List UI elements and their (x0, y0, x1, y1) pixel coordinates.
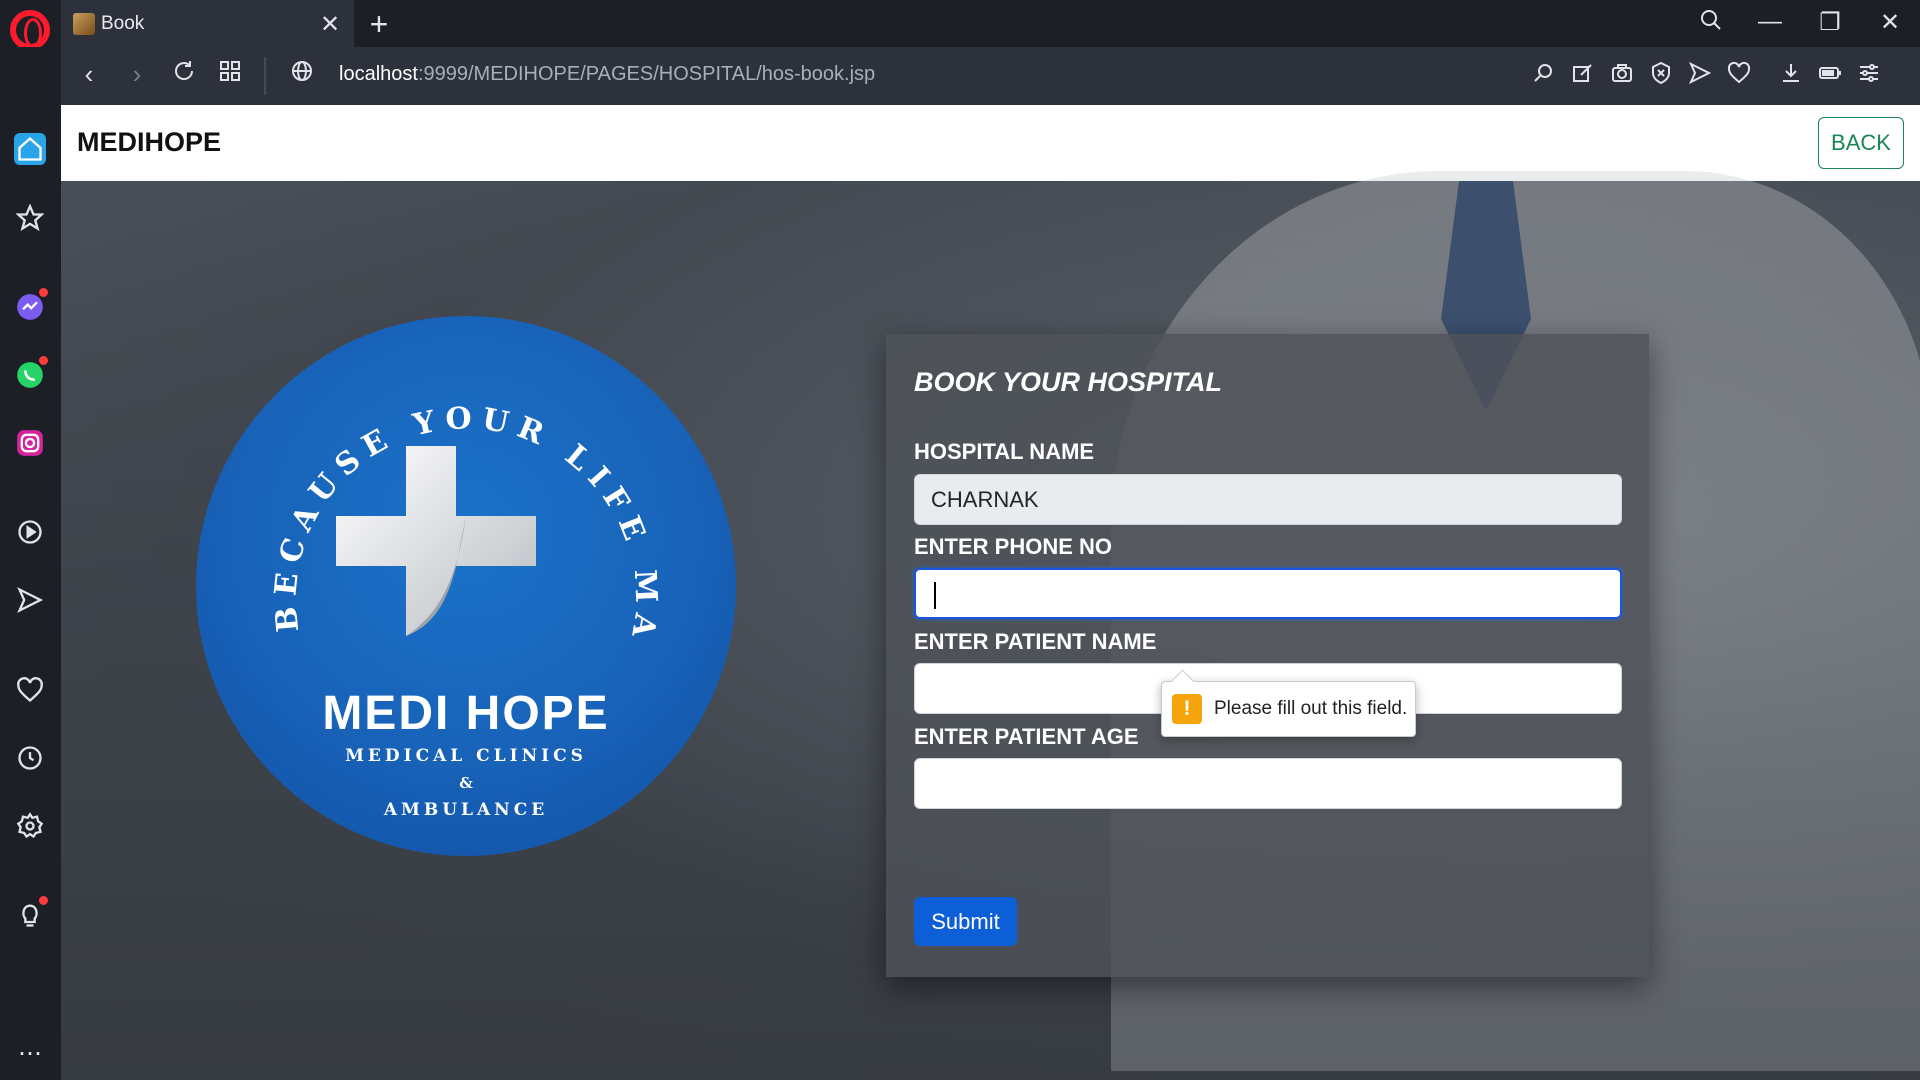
reload-icon[interactable] (168, 59, 200, 90)
download-icon[interactable] (1778, 61, 1804, 87)
logo-subtitle-ambulance: AMBULANCE (383, 800, 549, 820)
hospital-name-field[interactable] (914, 474, 1622, 525)
booking-form: BOOK YOUR HOSPITAL HOSPITAL NAME ENTER P… (886, 334, 1649, 977)
minimize-icon[interactable]: — (1755, 8, 1785, 36)
new-tab-icon[interactable]: + (364, 6, 394, 43)
send-icon[interactable] (1687, 61, 1713, 87)
validation-message: Please fill out this field. (1214, 698, 1408, 719)
lens-icon[interactable] (1531, 61, 1557, 87)
instagram-icon[interactable] (14, 427, 46, 459)
settings-icon[interactable] (14, 810, 46, 842)
url-field[interactable]: localhost:9999/MEDIHOPE/PAGES/HOSPITAL/h… (339, 63, 875, 86)
whatsapp-icon[interactable] (14, 356, 48, 391)
browser-tab[interactable]: Book ✕ (61, 0, 354, 47)
logo-subtitle-clinics: MEDICAL CLINICS (345, 746, 587, 766)
submit-button[interactable]: Submit (914, 897, 1017, 946)
window-close-icon[interactable]: ✕ (1875, 8, 1905, 37)
web-page: MEDIHOPE BACK BECAUSE YOUR LIFE MATTERS … (61, 105, 1920, 1080)
battery-icon[interactable] (1817, 61, 1843, 87)
patient-age-label: ENTER PATIENT AGE (914, 724, 1139, 749)
site-brand[interactable]: MEDIHOPE (77, 127, 221, 158)
notification-dot (39, 896, 48, 905)
home-icon[interactable] (14, 133, 46, 165)
player-icon[interactable] (14, 516, 46, 548)
notification-dot (39, 288, 48, 297)
patient-age-field[interactable] (914, 758, 1622, 809)
address-bar: ‹ › localhost:9999/MEDIHOPE/PAGES/HOSPIT… (61, 47, 1920, 105)
forward-nav-icon[interactable]: › (121, 59, 153, 90)
site-header: MEDIHOPE BACK (61, 105, 1920, 181)
validation-tooltip: ! Please fill out this field. (1161, 681, 1416, 737)
opera-logo-icon[interactable] (10, 10, 50, 50)
globe-icon[interactable] (286, 59, 318, 90)
patient-name-label: ENTER PATIENT NAME (914, 629, 1157, 654)
adblock-shield-icon[interactable] (1648, 61, 1674, 87)
pinboard-heart-icon[interactable] (14, 674, 46, 706)
warning-icon: ! (1172, 694, 1202, 724)
star-icon[interactable] (14, 202, 46, 234)
heart-icon[interactable] (1726, 61, 1752, 87)
address-separator (264, 57, 266, 95)
easy-setup-icon[interactable] (1856, 61, 1882, 87)
more-icon[interactable]: ⋯ (14, 1037, 46, 1069)
tabs-grid-icon[interactable] (214, 59, 246, 90)
hero-background: BECAUSE YOUR LIFE MATTERS MEDI HOPE MEDI… (61, 171, 1920, 1080)
history-icon[interactable] (14, 742, 46, 774)
browser-sidebar: ⋯ (0, 47, 61, 1080)
flow-send-icon[interactable] (14, 584, 46, 616)
hospital-name-label: HOSPITAL NAME (914, 439, 1095, 464)
browser-titlebar: Book ✕ + — ❐ ✕ (0, 0, 1920, 50)
phone-field[interactable] (914, 568, 1622, 619)
medical-cross-icon (336, 446, 536, 636)
messenger-icon[interactable] (14, 288, 48, 323)
lightbulb-icon[interactable] (14, 896, 48, 931)
logo-ampersand: & (459, 774, 473, 792)
form-title: BOOK YOUR HOSPITAL (914, 367, 1223, 397)
medihope-logo: BECAUSE YOUR LIFE MATTERS MEDI HOPE MEDI… (196, 316, 736, 856)
back-nav-icon[interactable]: ‹ (73, 59, 105, 90)
restore-icon[interactable]: ❐ (1815, 8, 1845, 37)
tab-favicon-icon (73, 12, 95, 35)
phone-label: ENTER PHONE NO (914, 534, 1113, 559)
search-tabs-icon[interactable] (1696, 8, 1726, 39)
back-button[interactable]: BACK (1818, 117, 1904, 169)
tab-close-icon[interactable]: ✕ (318, 10, 342, 39)
camera-icon[interactable] (1609, 61, 1635, 87)
logo-title: MEDI HOPE (322, 687, 610, 740)
edit-icon[interactable] (1570, 61, 1596, 87)
notification-dot (39, 356, 48, 365)
tab-title: Book (101, 12, 145, 34)
text-caret (934, 582, 936, 609)
